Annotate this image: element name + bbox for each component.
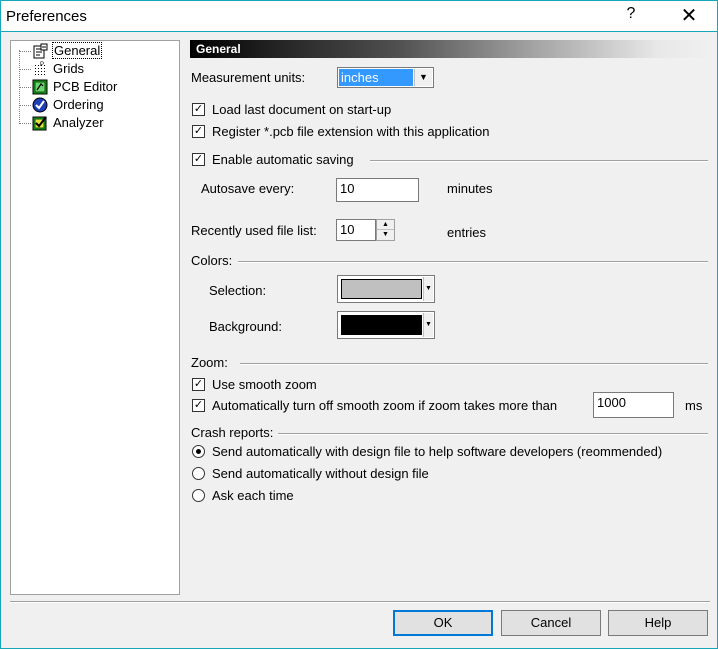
ok-button[interactable]: OK [393, 610, 493, 636]
tree-item-ordering[interactable]: Ordering [11, 96, 171, 114]
recent-files-spinner[interactable]: ▲ ▼ [376, 219, 395, 241]
autosave-unit-label: minutes [447, 181, 493, 196]
autosave-separator [370, 160, 708, 162]
selection-color-label: Selection: [209, 283, 267, 298]
tree-item-label: General [51, 42, 103, 59]
ordering-icon [32, 97, 48, 113]
auto-off-zoom-checkbox[interactable]: ✓ [192, 399, 205, 412]
tree-item-pcb-editor[interactable]: PCB Editor [11, 78, 171, 96]
window-title: Preferences [6, 8, 87, 25]
load-last-doc-checkbox[interactable]: ✓ [192, 103, 205, 116]
chevron-down-icon[interactable]: ▼ [423, 277, 433, 301]
tree-item-analyzer[interactable]: Analyzer [11, 114, 171, 132]
load-last-doc-label: Load last document on start-up [212, 102, 392, 117]
analyzer-icon [32, 116, 47, 131]
crash-reports-label: Crash reports: [191, 425, 274, 440]
spin-up-icon[interactable]: ▲ [377, 220, 394, 230]
crash-opt-ask-label: Ask each time [212, 488, 294, 503]
footer-separator [10, 601, 710, 603]
autosave-minutes-input[interactable]: 10 [336, 178, 419, 202]
tree-item-label: PCB Editor [53, 79, 118, 94]
general-icon [33, 43, 48, 59]
crash-opt-without-design-radio[interactable] [192, 467, 205, 480]
measurement-units-value: inches [339, 69, 413, 86]
chevron-down-icon[interactable]: ▼ [423, 313, 433, 337]
crash-reports-separator [278, 433, 708, 435]
zoom-ms-unit-label: ms [685, 398, 703, 413]
background-color-picker[interactable]: ▼ [337, 311, 435, 339]
help-button[interactable]: Help [608, 610, 708, 636]
recent-files-label: Recently used file list: [191, 223, 317, 238]
category-tree: General P Grids PCB Editor Ordering Anal… [10, 40, 180, 595]
selection-color-swatch [341, 279, 422, 299]
crash-opt-ask-radio[interactable] [192, 489, 205, 502]
section-header-label: General [196, 42, 241, 56]
tree-item-grids[interactable]: P Grids [11, 60, 171, 78]
tree-item-label: Grids [53, 61, 85, 76]
section-header: General [190, 40, 710, 58]
colors-label: Colors: [191, 253, 233, 268]
smooth-zoom-label: Use smooth zoom [212, 377, 317, 392]
background-color-label: Background: [209, 319, 282, 334]
measurement-units-select[interactable]: inches ▼ [337, 67, 434, 88]
close-icon[interactable]: ✕ [661, 1, 717, 31]
background-color-swatch [341, 315, 422, 335]
crash-opt-with-design-radio[interactable] [192, 445, 205, 458]
chevron-down-icon[interactable]: ▼ [414, 69, 432, 86]
colors-separator [238, 261, 708, 263]
selection-color-picker[interactable]: ▼ [337, 275, 435, 303]
cancel-button[interactable]: Cancel [501, 610, 601, 636]
crash-opt-without-design-label: Send automatically without design file [212, 466, 429, 481]
recent-files-input[interactable]: 10 [336, 219, 376, 241]
register-ext-checkbox[interactable]: ✓ [192, 125, 205, 138]
grids-icon: P [35, 62, 45, 75]
tree-item-label: Ordering [53, 97, 104, 112]
register-ext-label: Register *.pcb file extension with this … [212, 124, 490, 139]
enable-autosave-checkbox[interactable]: ✓ [192, 153, 205, 166]
measurement-units-label: Measurement units: [191, 70, 306, 85]
spin-down-icon[interactable]: ▼ [377, 230, 394, 240]
recent-files-unit-label: entries [447, 225, 487, 240]
auto-off-zoom-label: Automatically turn off smooth zoom if zo… [212, 398, 558, 413]
pcb-editor-icon [32, 79, 48, 95]
tree-item-label: Analyzer [53, 115, 104, 130]
autosave-every-label: Autosave every: [201, 181, 295, 196]
zoom-label: Zoom: [191, 355, 228, 370]
general-panel: General Measurement units: inches ▼ ✓ Lo… [190, 40, 710, 595]
title-bar: Preferences ? ✕ [0, 0, 718, 32]
smooth-zoom-checkbox[interactable]: ✓ [192, 378, 205, 391]
crash-opt-with-design-label: Send automatically with design file to h… [212, 444, 663, 459]
tree-item-general[interactable]: General [11, 42, 171, 60]
zoom-ms-input[interactable]: 1000 [593, 392, 674, 418]
zoom-separator [240, 363, 708, 365]
enable-autosave-label: Enable automatic saving [212, 152, 354, 167]
svg-text:P: P [40, 62, 44, 68]
help-icon[interactable]: ? [621, 5, 641, 29]
